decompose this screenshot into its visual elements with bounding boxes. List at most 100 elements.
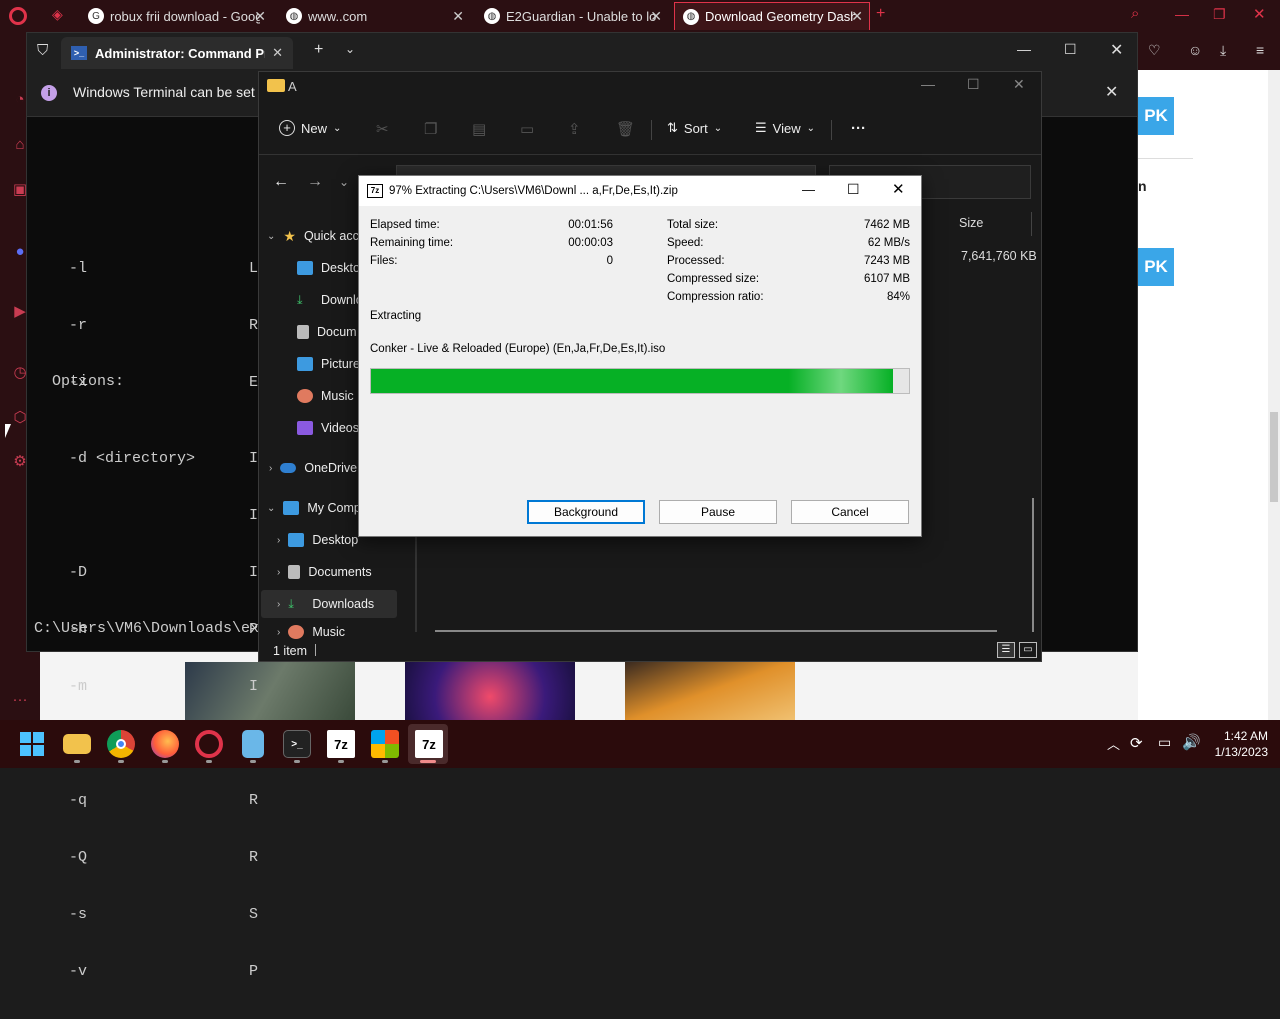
- 7zip-app-active[interactable]: 7z: [415, 730, 443, 758]
- nav-downloads[interactable]: ⤓ Downlo: [297, 287, 363, 313]
- close-tab-icon[interactable]: ✕: [254, 8, 266, 25]
- thumbnail-image[interactable]: [625, 662, 795, 720]
- music-icon: [297, 389, 313, 403]
- forward-arrow-icon[interactable]: →: [307, 173, 323, 191]
- nav-documents[interactable]: › Documents: [277, 559, 372, 585]
- close-icon[interactable]: ✕: [1013, 76, 1025, 93]
- cancel-button[interactable]: Cancel: [791, 500, 909, 524]
- nav-quick-access[interactable]: ⌄ ★ Quick acc: [267, 223, 359, 249]
- column-header-size[interactable]: Size: [959, 216, 983, 230]
- firefox-app[interactable]: [151, 730, 179, 758]
- browser-tab[interactable]: G robux frii download - Goog ✕: [80, 2, 272, 30]
- scrollbar[interactable]: [1268, 70, 1280, 720]
- file-explorer-app[interactable]: [63, 734, 91, 754]
- clock[interactable]: 1:42 AM 1/13/2023: [1210, 728, 1268, 760]
- heart-icon[interactable]: ♡: [1148, 42, 1161, 59]
- close-tab-icon[interactable]: ✕: [272, 45, 283, 61]
- rename-icon[interactable]: ▭: [520, 120, 534, 138]
- terminal-line: -v: [69, 963, 88, 980]
- apk-download-button[interactable]: PK: [1138, 248, 1174, 286]
- share-icon[interactable]: ⇪: [568, 120, 581, 138]
- start-button[interactable]: [18, 730, 46, 758]
- notepad-app[interactable]: [242, 730, 264, 758]
- maximize-icon[interactable]: ☐: [1064, 41, 1077, 58]
- scrollbar-thumb[interactable]: [1270, 412, 1278, 502]
- nav-my-computer[interactable]: ⌄ My Comp: [267, 495, 361, 521]
- nav-label: Documents: [308, 565, 372, 579]
- browser-tab-active[interactable]: ◍ Download Geometry Dash ✕: [674, 2, 870, 30]
- close-tab-icon[interactable]: ✕: [851, 8, 863, 25]
- minimize-icon[interactable]: —: [1175, 6, 1189, 22]
- minimize-icon[interactable]: —: [1017, 41, 1031, 57]
- delete-icon[interactable]: 🗑: [616, 120, 635, 138]
- vertical-scrollbar[interactable]: [1032, 498, 1034, 632]
- background-button[interactable]: Background: [527, 500, 645, 524]
- minimize-icon[interactable]: —: [802, 182, 815, 197]
- close-tab-icon[interactable]: ✕: [452, 8, 464, 25]
- gamepad-icon[interactable]: ◈: [52, 6, 63, 23]
- tiles-view-icon[interactable]: ▭: [1019, 642, 1037, 658]
- maximize-icon[interactable]: ☐: [847, 181, 860, 198]
- maximize-icon[interactable]: ☐: [967, 76, 980, 93]
- sync-icon[interactable]: ⟳: [1130, 734, 1143, 752]
- account-icon[interactable]: ☺: [1188, 42, 1202, 58]
- terminal-line: R: [249, 849, 259, 866]
- paste-icon[interactable]: ▤: [472, 120, 486, 138]
- details-view-icon[interactable]: ☰: [997, 642, 1015, 658]
- explorer-statusbar: 1 item ☰ ▭: [259, 638, 1041, 662]
- download-arrow-icon: ⤓: [297, 292, 303, 307]
- command-prompt[interactable]: C:\Users\VM6\Downloads\ex: [34, 620, 259, 637]
- minimize-icon[interactable]: —: [921, 76, 935, 92]
- horizontal-scrollbar[interactable]: [435, 630, 997, 632]
- 7zip-progress-dialog[interactable]: 7z 97% Extracting C:\Users\VM6\Downl ...…: [358, 175, 922, 537]
- terminal-app[interactable]: >_: [283, 730, 311, 758]
- nav-downloads-selected[interactable]: › ⤓ Downloads: [277, 591, 374, 617]
- sort-button[interactable]: ⇅ Sort ⌄: [667, 120, 722, 136]
- new-tab-icon[interactable]: +: [876, 5, 885, 23]
- close-infobar-icon[interactable]: ✕: [1105, 82, 1118, 102]
- volume-icon[interactable]: 🔊: [1182, 733, 1201, 751]
- menu-icon[interactable]: ≡: [1256, 42, 1264, 58]
- browser-tab[interactable]: ◍ www..com ✕: [278, 2, 470, 30]
- close-icon[interactable]: ✕: [1253, 5, 1266, 23]
- more-options-button[interactable]: ···: [851, 120, 866, 137]
- nav-desktop[interactable]: Desktop: [297, 255, 367, 281]
- nav-label: Music: [321, 389, 354, 403]
- chevron-up-icon[interactable]: ︿: [1107, 734, 1120, 753]
- copy-icon[interactable]: ❐: [424, 120, 437, 138]
- browser-tab[interactable]: ◍ E2Guardian - Unable to loa ✕: [476, 2, 668, 30]
- opera-app[interactable]: [195, 730, 223, 758]
- restore-icon[interactable]: ❐: [1213, 6, 1226, 23]
- search-icon[interactable]: ⌕: [1131, 5, 1139, 22]
- opera-logo-icon[interactable]: [9, 7, 27, 25]
- view-button[interactable]: ☰ View ⌄: [755, 120, 815, 136]
- terminal-line: -s: [69, 906, 88, 923]
- thumbnail-image[interactable]: [405, 662, 575, 720]
- store-app[interactable]: [371, 730, 399, 758]
- nav-pictures[interactable]: Pictures: [297, 351, 366, 377]
- computer-icon: [283, 501, 300, 515]
- network-icon[interactable]: ▭: [1158, 734, 1171, 751]
- recent-chevron-icon[interactable]: ⌄: [339, 175, 349, 189]
- new-tab-icon[interactable]: +: [314, 41, 323, 59]
- chevron-down-icon[interactable]: ⌄: [345, 42, 355, 56]
- close-icon[interactable]: ✕: [892, 180, 905, 198]
- nav-desktop[interactable]: › Desktop: [277, 527, 358, 553]
- nav-music[interactable]: Music: [297, 383, 354, 409]
- chrome-app[interactable]: [107, 730, 135, 758]
- 7zip-app[interactable]: 7z: [327, 730, 355, 758]
- terminal-tab[interactable]: >_ Administrator: Command Pro ✕: [61, 37, 293, 69]
- close-tab-icon[interactable]: ✕: [650, 8, 662, 25]
- progress-fill: [371, 369, 893, 393]
- nav-onedrive[interactable]: › OneDrive: [269, 455, 357, 481]
- cut-icon[interactable]: ✂: [376, 120, 389, 138]
- apk-download-button[interactable]: PK: [1138, 97, 1174, 135]
- nav-documents[interactable]: Docum: [297, 319, 357, 345]
- download-icon[interactable]: ⤓: [1220, 42, 1226, 59]
- more-icon[interactable]: ···: [10, 690, 30, 710]
- nav-videos[interactable]: Videos: [297, 415, 359, 441]
- back-arrow-icon[interactable]: ←: [273, 173, 289, 191]
- pause-button[interactable]: Pause: [659, 500, 777, 524]
- close-icon[interactable]: ✕: [1110, 40, 1123, 60]
- new-button[interactable]: + New ⌄: [279, 120, 341, 136]
